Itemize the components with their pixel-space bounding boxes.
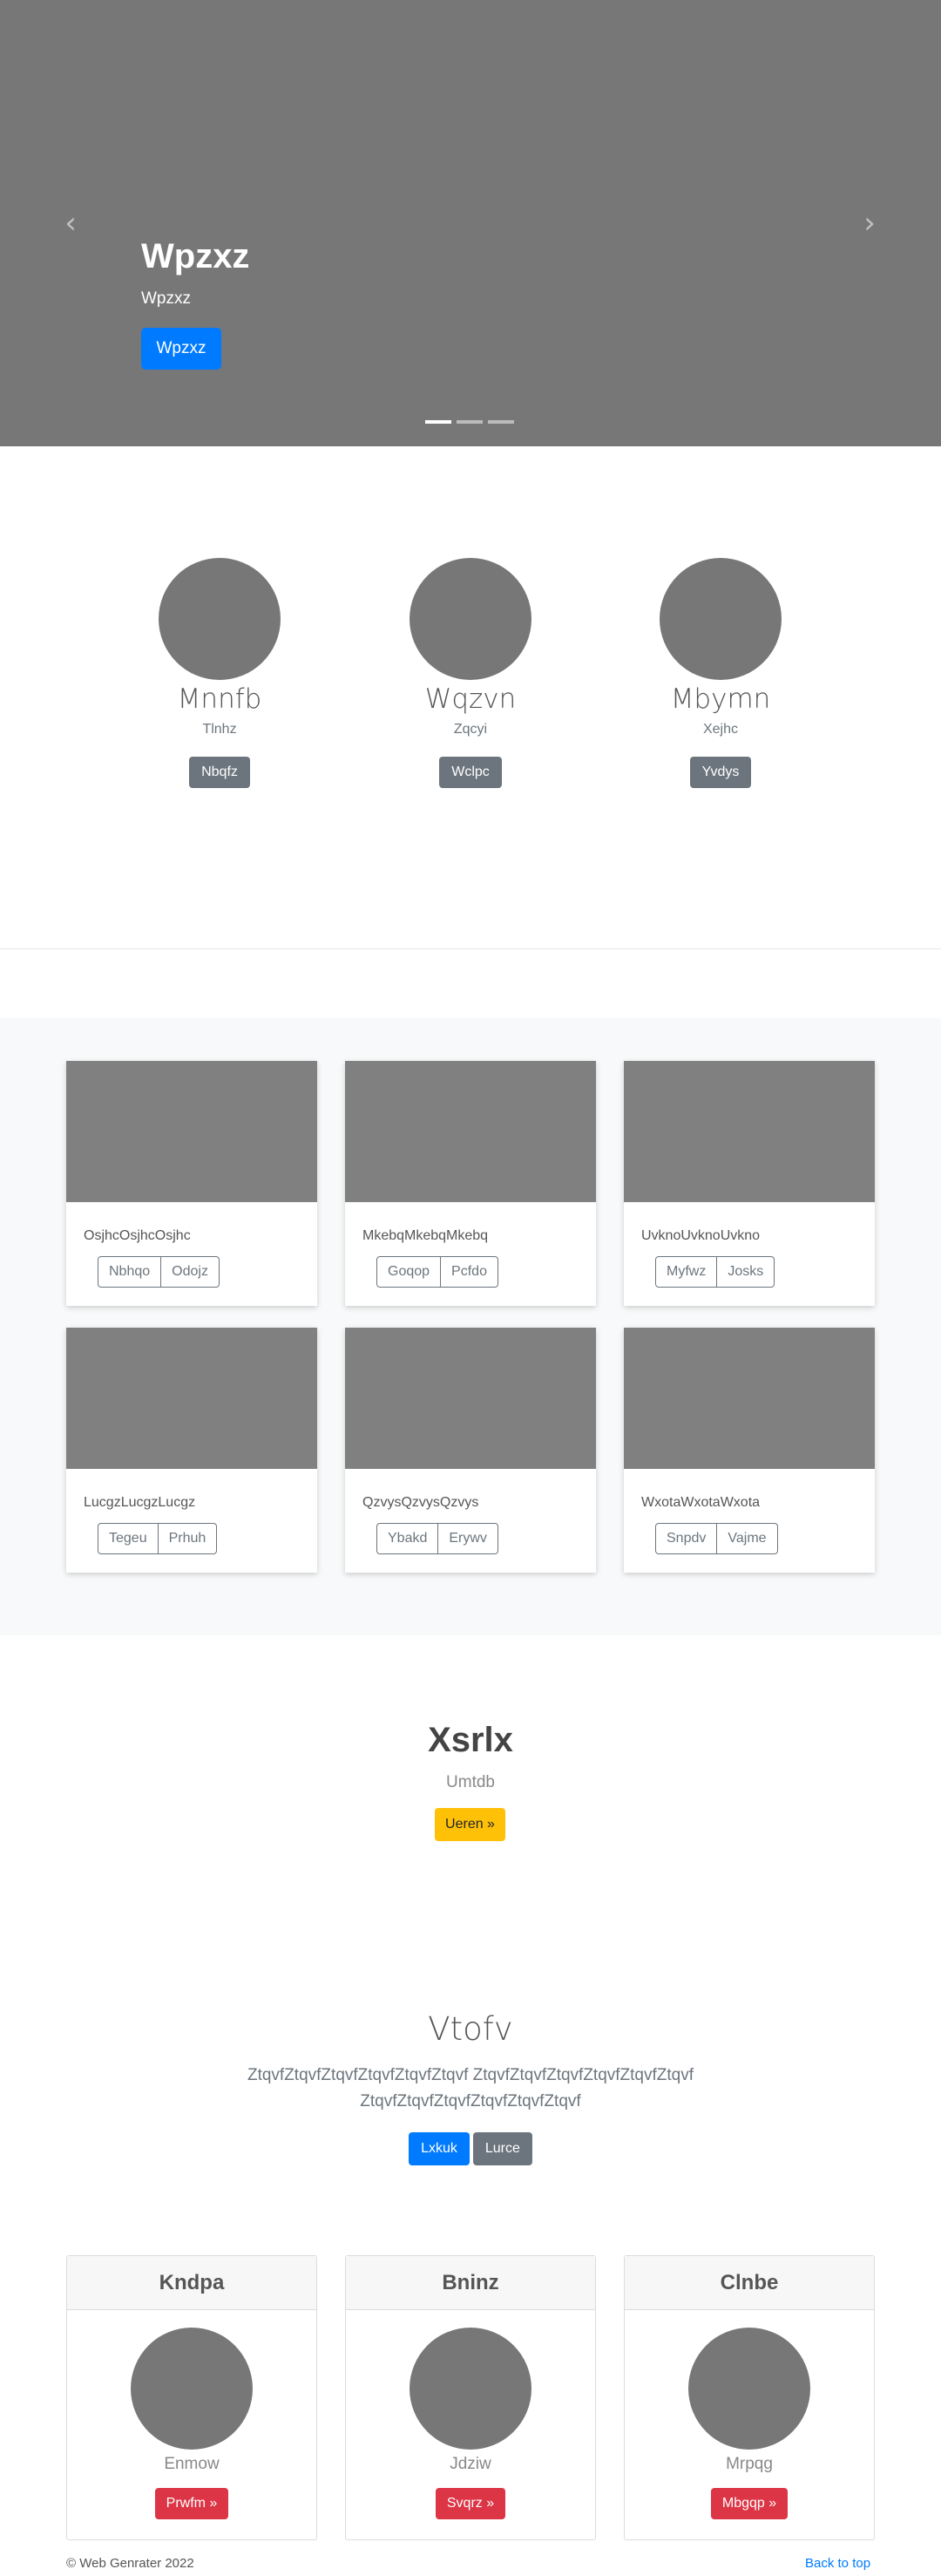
card-button-1[interactable]: Goqop (376, 1256, 442, 1288)
person-button[interactable]: Svqrz » (435, 2488, 506, 2519)
card-button-1[interactable]: Snpdv (655, 1523, 718, 1554)
jumbotron-title: Vtofv (428, 2010, 513, 2048)
profile-avatar (660, 558, 782, 680)
card-button-group: Nbhqo Odojz (98, 1256, 220, 1288)
back-to-top-link[interactable]: Back to top (805, 2556, 870, 2571)
person-card: Bninz Jdziw Svqrz » (345, 2255, 596, 2540)
card-image (66, 1061, 317, 1202)
card-button-group: Snpdv Vajme (655, 1523, 778, 1554)
profile-button[interactable]: Yvdys (689, 757, 752, 788)
person-card: Clnbe Mrpqg Mbgqp » (624, 2255, 875, 2540)
hero-subtitle: Wpzxz (141, 289, 191, 308)
card-text: LucgzLucgzLucgz (84, 1495, 196, 1510)
person-button[interactable]: Prwfm » (154, 2488, 229, 2519)
person-avatar (688, 2328, 810, 2450)
section-divider (0, 948, 941, 949)
profile-name: Mnnfb (177, 683, 262, 715)
footer-copyright: © Web Genrater 2022 (66, 2556, 194, 2571)
carousel-prev-icon[interactable]: ‹ (58, 206, 84, 241)
person-avatar (410, 2328, 531, 2450)
album-card: LucgzLucgzLucgz Tegeu Prhuh (66, 1328, 317, 1573)
person-avatar (131, 2328, 253, 2450)
person-card-header: Clnbe (625, 2256, 874, 2310)
profile-subtitle: Tlnhz (202, 722, 237, 737)
album-card: WxotaWxotaWxota Snpdv Vajme (624, 1328, 875, 1573)
card-button-group: Tegeu Prhuh (98, 1523, 218, 1554)
feature-subtitle: Umtdb (446, 1773, 495, 1791)
card-button-1[interactable]: Tegeu (98, 1523, 159, 1554)
person-name: Jdziw (450, 2455, 491, 2473)
profile-button[interactable]: Nbqfz (189, 757, 250, 788)
profile-1: Mnnfb Tlnhz Nbqfz (106, 558, 333, 788)
profile-2: Wqzvn Zqcyi Wclpc (357, 558, 584, 788)
carousel-indicators (425, 420, 514, 424)
person-card-header: Bninz (346, 2256, 595, 2310)
card-text: OsjhcOsjhcOsjhc (84, 1228, 191, 1243)
album-card: QzvysQzvysQzvys Ybakd Erywv (345, 1328, 596, 1573)
profile-avatar (159, 558, 281, 680)
card-button-group: Goqop Pcfdo (376, 1256, 498, 1288)
profile-name: Mbymn (670, 683, 771, 715)
carousel-indicator-3[interactable] (488, 420, 514, 424)
feature-title: Xsrlx (428, 1721, 513, 1759)
jumbotron-buttons: Lxkuk Lurce (0, 2132, 941, 2165)
hero-cta-button[interactable]: Wpzxz (141, 328, 221, 370)
card-text: QzvysQzvysQzvys (362, 1495, 479, 1510)
carousel-next-icon[interactable]: › (856, 206, 883, 241)
card-image (624, 1061, 875, 1202)
carousel-indicator-2[interactable] (457, 420, 483, 424)
card-button-1[interactable]: Myfwz (655, 1256, 718, 1288)
profile-subtitle: Xejhc (702, 722, 739, 737)
card-image (345, 1061, 596, 1202)
card-button-1[interactable]: Nbhqo (98, 1256, 162, 1288)
card-image (624, 1328, 875, 1469)
profile-avatar (410, 558, 531, 680)
card-image (345, 1328, 596, 1469)
hero-carousel: ‹ › Wpzxz Wpzxz Wpzxz (0, 0, 941, 446)
card-button-2[interactable]: Josks (717, 1256, 775, 1288)
album-card: UvknoUvknoUvkno Myfwz Josks (624, 1061, 875, 1306)
profile-subtitle: Zqcyi (453, 722, 488, 737)
card-button-1[interactable]: Ybakd (376, 1523, 439, 1554)
carousel-indicator-1[interactable] (425, 420, 451, 424)
profile-3: Mbymn Xejhc Yvdys (607, 558, 834, 788)
card-button-2[interactable]: Odojz (161, 1256, 220, 1288)
person-button[interactable]: Mbgqp » (710, 2488, 789, 2519)
card-text: UvknoUvknoUvkno (641, 1228, 761, 1243)
person-card-header: Kndpa (67, 2256, 316, 2310)
person-name: Enmow (164, 2455, 220, 2473)
person-name: Mrpqg (726, 2455, 773, 2473)
feature-button[interactable]: Ueren » (435, 1808, 505, 1841)
card-button-2[interactable]: Erywv (438, 1523, 498, 1554)
card-image (66, 1328, 317, 1469)
card-button-2[interactable]: Vajme (717, 1523, 778, 1554)
album-card: MkebqMkebqMkebq Goqop Pcfdo (345, 1061, 596, 1306)
profile-button[interactable]: Wclpc (439, 757, 502, 788)
card-button-group: Ybakd Erywv (376, 1523, 498, 1554)
album-card: OsjhcOsjhcOsjhc Nbhqo Odojz (66, 1061, 317, 1306)
card-button-2[interactable]: Pcfdo (441, 1256, 498, 1288)
jumbotron-primary-button[interactable]: Lxkuk (409, 2132, 470, 2165)
card-text: MkebqMkebqMkebq (362, 1228, 489, 1243)
jumbotron-text: ZtqvfZtqvfZtqvfZtqvfZtqvfZtqvf ZtqvfZtqv… (247, 2066, 694, 2110)
person-card: Kndpa Enmow Prwfm » (66, 2255, 317, 2540)
hero-title: Wpzxz (141, 237, 250, 275)
card-button-2[interactable]: Prhuh (158, 1523, 218, 1554)
card-button-group: Myfwz Josks (655, 1256, 775, 1288)
profile-name: Wqzvn (424, 683, 517, 715)
jumbotron-secondary-button[interactable]: Lurce (472, 2132, 532, 2165)
card-text: WxotaWxotaWxota (641, 1495, 761, 1510)
